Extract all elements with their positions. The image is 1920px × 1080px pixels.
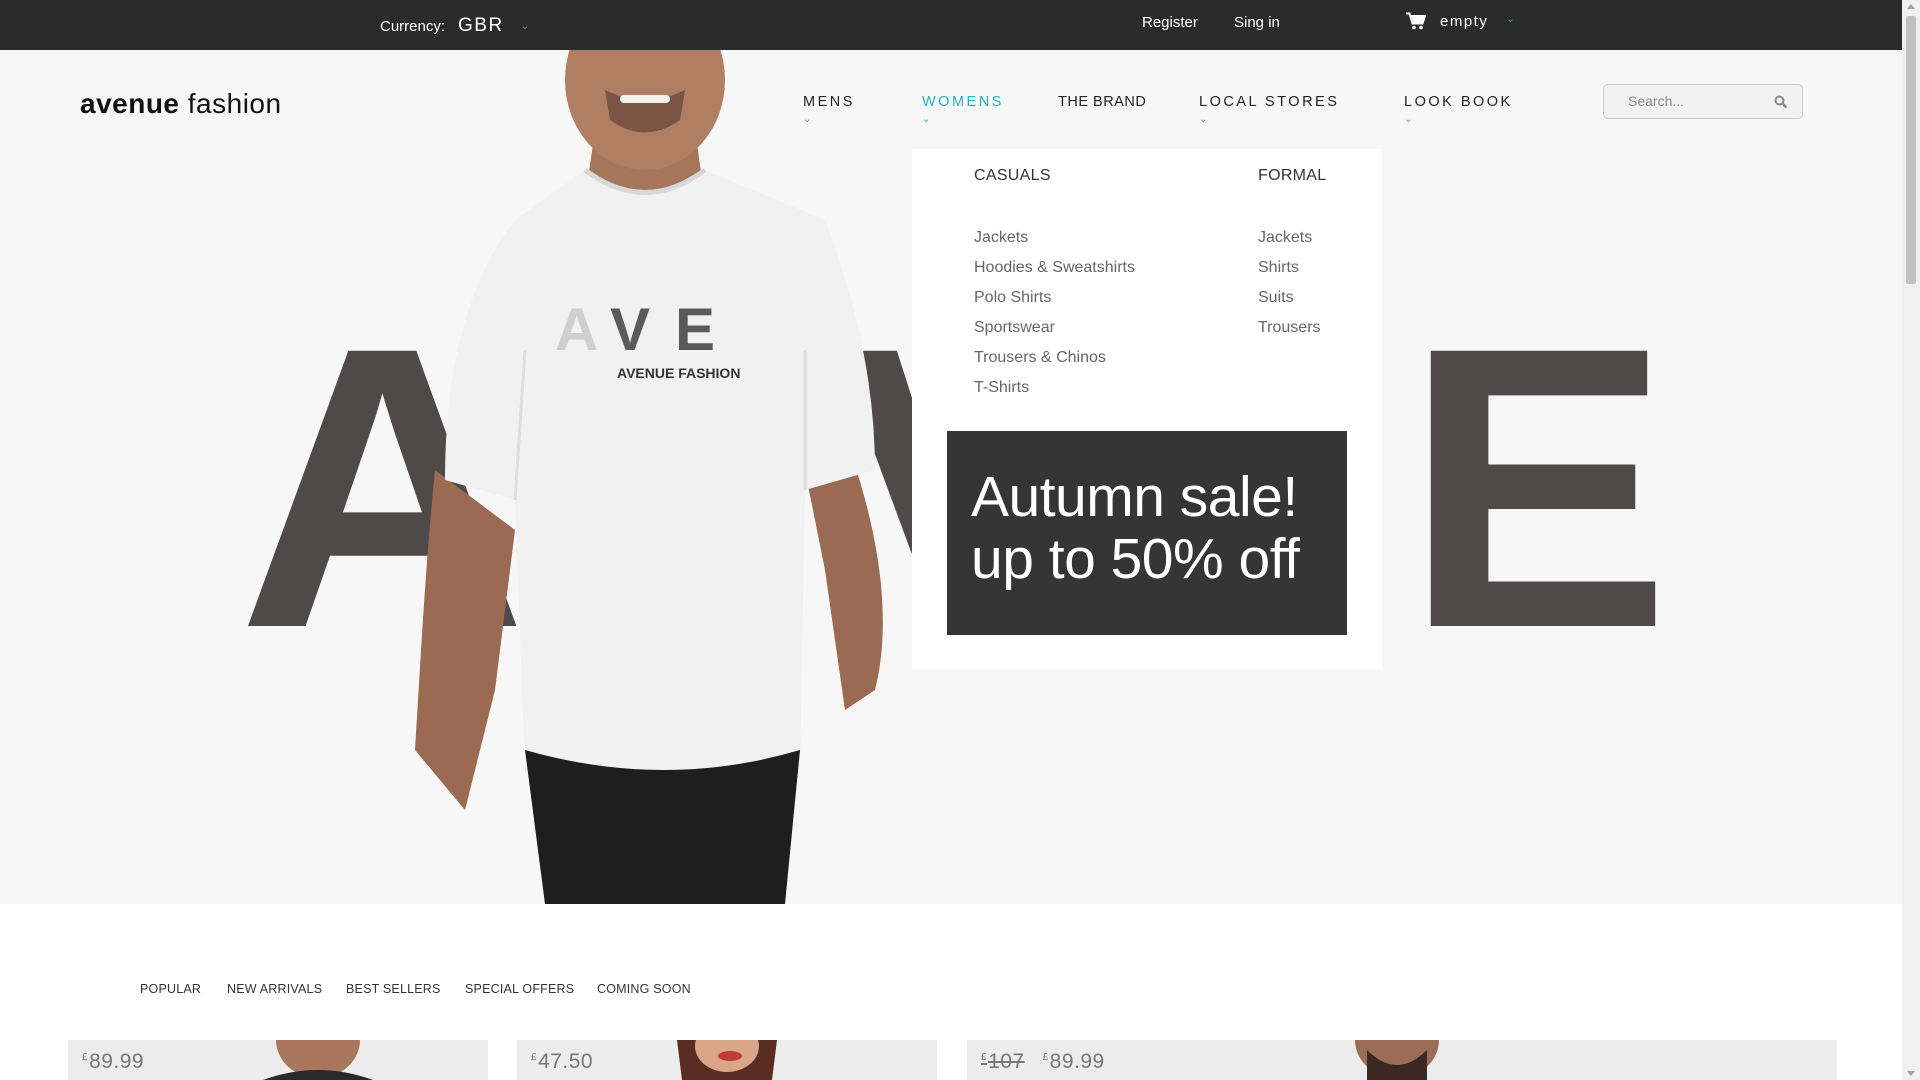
old-price-value: 107 (988, 1050, 1025, 1073)
currency-symbol: £ (82, 1052, 89, 1063)
chevron-down-icon[interactable]: ⌄ (521, 21, 529, 32)
nav-the-brand[interactable]: THE BRAND (1058, 94, 1146, 110)
casuals-polo-shirts-link[interactable]: Polo Shirts (974, 289, 1051, 307)
tab-best-sellers[interactable]: BEST SELLERS (346, 982, 441, 996)
nav-mens[interactable]: MENS (803, 94, 855, 110)
casuals-heading: CASUALS (974, 167, 1051, 184)
tab-special-offers[interactable]: SPECIAL OFFERS (465, 982, 574, 996)
page-scrollbar[interactable] (1902, 0, 1920, 1080)
currency-value[interactable]: GBR (458, 15, 504, 37)
currency-symbol: £ (981, 1052, 988, 1063)
casuals-tshirts-link[interactable]: T-Shirts (974, 379, 1029, 397)
tab-new-arrivals[interactable]: NEW ARRIVALS (227, 982, 322, 996)
old-price: £107 (981, 1050, 1025, 1073)
currency-symbol: £ (531, 1052, 538, 1063)
product-card[interactable]: £107 £89.99 (967, 1040, 1837, 1080)
cart-icon (1406, 12, 1426, 30)
nav-look-book[interactable]: LOOK BOOK (1404, 94, 1513, 110)
svg-text:V: V (610, 296, 650, 363)
svg-text:A: A (555, 296, 598, 363)
product-card[interactable]: £89.99 (68, 1040, 488, 1080)
site-logo[interactable]: avenue fashion (80, 88, 282, 120)
price-value: 47.50 (538, 1050, 594, 1073)
womens-mega-menu: CASUALS Jackets Hoodies & Sweatshirts Po… (912, 149, 1382, 669)
top-bar: Currency: GBR ⌄ Register Sing in empty ⌄ (0, 0, 1902, 50)
chevron-down-icon[interactable]: ⌄ (1404, 114, 1412, 125)
price-value: 89.99 (1049, 1050, 1105, 1073)
tab-popular[interactable]: POPULAR (140, 982, 201, 996)
currency-label: Currency: (380, 18, 446, 35)
autumn-sale-banner[interactable]: Autumn sale! up to 50% off (947, 431, 1347, 635)
currency-symbol: £ (1042, 1052, 1049, 1063)
shirt-print-text: AVENUE FASHION (617, 365, 740, 381)
logo-light-text: fashion (187, 88, 282, 119)
promo-line-2: up to 50% off (971, 527, 1300, 591)
formal-trousers-link[interactable]: Trousers (1258, 319, 1321, 337)
cart-button[interactable]: empty ⌄ (1406, 12, 1515, 30)
chevron-down-icon[interactable]: ⌄ (803, 114, 811, 125)
product-image (662, 1040, 792, 1080)
scroll-down-arrow-icon[interactable] (1907, 1071, 1915, 1076)
hero-model-image: A V E AVENUE FASHION (415, 50, 883, 904)
product-card[interactable]: £47.50 (517, 1040, 937, 1080)
product-image (1355, 1040, 1439, 1080)
casuals-trousers-chinos-link[interactable]: Trousers & Chinos (974, 349, 1106, 367)
tab-coming-soon[interactable]: COMING SOON (597, 982, 691, 996)
scrollbar-thumb[interactable] (1906, 16, 1916, 284)
cart-status: empty (1440, 12, 1489, 30)
hero-letter-e: E (1404, 264, 1671, 711)
product-price: £47.50 (531, 1050, 593, 1074)
formal-shirts-link[interactable]: Shirts (1258, 259, 1299, 277)
formal-suits-link[interactable]: Suits (1258, 289, 1294, 307)
chevron-down-icon[interactable]: ⌄ (1199, 114, 1207, 125)
register-link[interactable]: Register (1142, 14, 1198, 31)
nav-womens[interactable]: WOMENS (922, 94, 1004, 110)
product-price: £89.99 (82, 1050, 144, 1074)
casuals-sportswear-link[interactable]: Sportswear (974, 319, 1055, 337)
svg-text:E: E (675, 296, 715, 363)
price-value: 89.99 (89, 1050, 145, 1073)
signin-link[interactable]: Sing in (1234, 14, 1280, 31)
product-price: £107 £89.99 (981, 1050, 1105, 1074)
chevron-down-icon[interactable]: ⌄ (1506, 14, 1514, 25)
search-icon[interactable] (1774, 95, 1788, 109)
logo-bold-text: avenue (80, 88, 180, 119)
casuals-hoodies-link[interactable]: Hoodies & Sweatshirts (974, 259, 1135, 277)
search-box[interactable] (1603, 84, 1803, 119)
search-input[interactable] (1628, 93, 1768, 109)
currency-selector[interactable]: Currency: GBR ⌄ (380, 15, 529, 37)
nav-local-stores[interactable]: LOCAL STORES (1199, 94, 1339, 110)
product-image (263, 1040, 373, 1080)
formal-heading: FORMAL (1258, 167, 1327, 184)
formal-jackets-link[interactable]: Jackets (1258, 229, 1312, 247)
casuals-jackets-link[interactable]: Jackets (974, 229, 1028, 247)
scroll-up-arrow-icon[interactable] (1907, 4, 1915, 9)
chevron-down-icon[interactable]: ⌄ (922, 114, 930, 125)
promo-line-1: Autumn sale! (971, 465, 1298, 529)
